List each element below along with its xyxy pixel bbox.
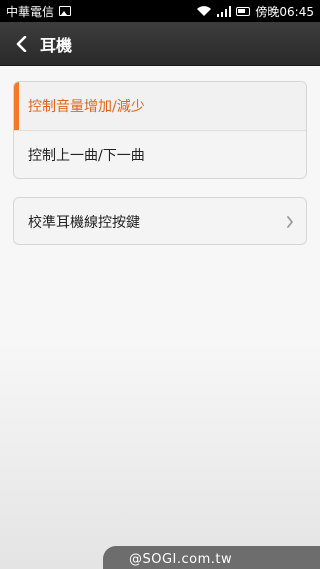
- gallery-icon: [59, 6, 72, 16]
- clock: 傍晚06:45: [255, 4, 314, 19]
- option-label: 控制音量增加/減少: [28, 99, 145, 115]
- title-bar: 耳機: [0, 22, 320, 66]
- screen: 中華電信 傍晚06:45 耳機 控制音量增加/減少 控制上一曲/下一曲 校準耳機…: [0, 0, 320, 569]
- option-label: 控制上一曲/下一曲: [28, 148, 145, 164]
- option-track-control[interactable]: 控制上一曲/下一曲: [14, 131, 306, 178]
- watermark: @SOGI.com.tw: [103, 546, 320, 569]
- chevron-left-icon: [16, 35, 27, 52]
- calibrate-label: 校準耳機線控按鍵: [28, 215, 140, 231]
- calibrate-remote-buttons-item[interactable]: 校準耳機線控按鍵: [14, 198, 306, 244]
- page-title: 耳機: [40, 35, 73, 55]
- status-bar: 中華電信 傍晚06:45: [0, 0, 320, 22]
- back-button[interactable]: [6, 22, 36, 66]
- wifi-icon: [197, 6, 212, 16]
- option-volume-control[interactable]: 控制音量增加/減少: [14, 82, 306, 130]
- calibrate-group: 校準耳機線控按鍵: [13, 197, 307, 245]
- battery-icon: [236, 6, 251, 16]
- carrier-name: 中華電信: [6, 4, 55, 19]
- chevron-right-icon: [287, 216, 293, 228]
- signal-icon: [217, 5, 232, 17]
- headset-mode-group: 控制音量增加/減少 控制上一曲/下一曲: [13, 81, 307, 179]
